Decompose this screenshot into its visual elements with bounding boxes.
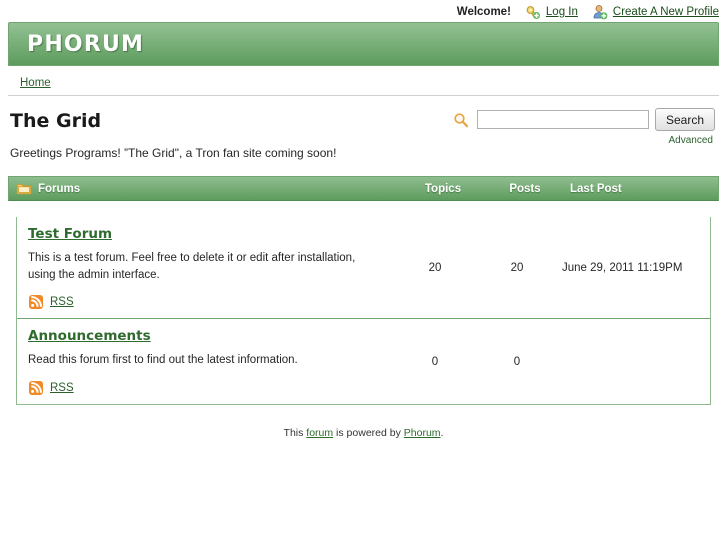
search-icon[interactable] xyxy=(453,112,469,128)
forum-description: This is a test forum. Feel free to delet… xyxy=(28,252,356,281)
site-logo[interactable]: PHORUM xyxy=(27,32,144,57)
table-row: Test Forum This is a test forum. Feel fr… xyxy=(17,217,710,320)
forum-last-post xyxy=(558,319,710,404)
header-posts-label: Posts xyxy=(509,182,541,195)
footer-prefix: This xyxy=(283,427,307,440)
top-user-bar: Welcome! Log In Create A New Profile xyxy=(0,0,727,22)
search-row: Search xyxy=(453,108,715,131)
forum-posts-count: 20 xyxy=(510,261,524,274)
banner-wrap: PHORUM xyxy=(0,22,727,66)
register-item[interactable]: Create A New Profile xyxy=(592,4,719,20)
footer: This forum is powered by Phorum. xyxy=(0,427,727,439)
header-topics-label: Topics xyxy=(424,182,462,195)
forum-topics-count: 20 xyxy=(428,261,442,274)
advanced-search-link[interactable]: Advanced xyxy=(669,135,713,146)
forum-last-post: June 29, 2011 11:19PM xyxy=(562,261,683,274)
footer-suffix: . xyxy=(440,427,444,440)
rss-row[interactable]: RSS xyxy=(28,380,384,396)
forums-table-header: Forums Topics Posts Last Post xyxy=(8,176,719,201)
user-add-icon xyxy=(592,4,608,20)
page-tagline: Greetings Programs! ”The Grid", a Tron f… xyxy=(10,146,337,160)
title-search-row: The Grid Greetings Programs! ”The Grid",… xyxy=(8,96,719,160)
login-item[interactable]: Log In xyxy=(525,4,578,20)
footer-phorum-link[interactable]: Phorum xyxy=(404,427,441,439)
forums-table-body: Test Forum This is a test forum. Feel fr… xyxy=(16,217,711,406)
forum-description: Read this forum first to find out the la… xyxy=(28,354,298,367)
forum-cell: Test Forum This is a test forum. Feel fr… xyxy=(17,217,394,318)
forum-posts-count: 0 xyxy=(513,355,521,368)
page-title: The Grid xyxy=(10,110,102,132)
breadcrumb: Home xyxy=(8,66,719,96)
key-icon xyxy=(525,4,541,20)
title-block: The Grid Greetings Programs! ”The Grid",… xyxy=(10,108,336,160)
rss-row[interactable]: RSS xyxy=(28,294,384,310)
search-area: Search Advanced xyxy=(453,108,715,146)
rss-link[interactable]: RSS xyxy=(50,296,74,308)
login-link[interactable]: Log In xyxy=(546,6,578,18)
header-forums-cell: Forums xyxy=(9,181,402,197)
forums-table: Forums Topics Posts Last Post Test Forum… xyxy=(8,176,719,406)
forum-topics-count: 0 xyxy=(431,355,439,368)
welcome-text: Welcome! xyxy=(456,6,511,18)
footer-middle: is powered by xyxy=(333,427,404,440)
forum-name-link[interactable]: Test Forum xyxy=(28,226,112,242)
header-forums-label: Forums xyxy=(38,182,81,195)
site-banner: PHORUM xyxy=(8,22,719,66)
folder-icon xyxy=(16,181,32,197)
table-row: Announcements Read this forum first to f… xyxy=(17,319,710,405)
footer-forum-link[interactable]: forum xyxy=(306,427,333,439)
forum-cell: Announcements Read this forum first to f… xyxy=(17,319,394,404)
header-lastpost-label: Last Post xyxy=(570,182,622,195)
rss-icon xyxy=(28,294,44,310)
breadcrumb-home[interactable]: Home xyxy=(20,77,51,89)
search-input[interactable] xyxy=(476,110,649,129)
forum-name-link[interactable]: Announcements xyxy=(28,328,151,344)
rss-icon xyxy=(28,380,44,396)
rss-link[interactable]: RSS xyxy=(50,382,74,394)
register-link[interactable]: Create A New Profile xyxy=(613,6,719,18)
search-button[interactable]: Search xyxy=(654,108,715,131)
